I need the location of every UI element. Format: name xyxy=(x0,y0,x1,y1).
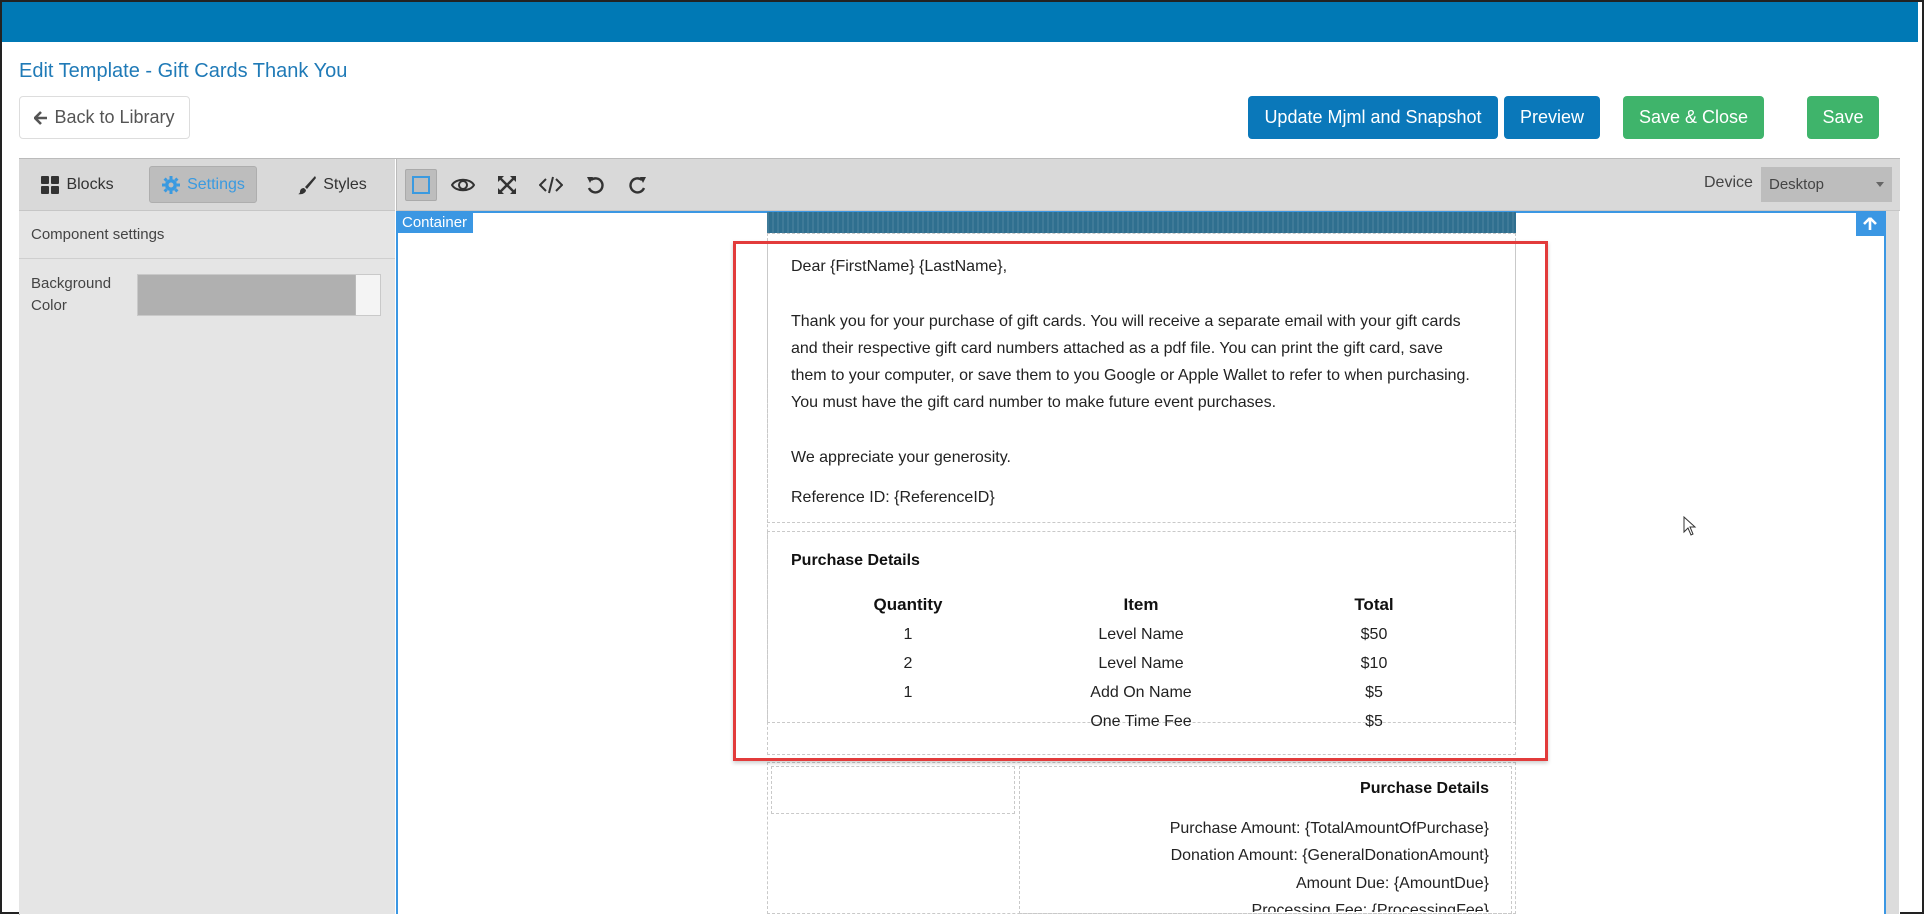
undo-button[interactable] xyxy=(579,169,611,201)
back-to-library-label: Back to Library xyxy=(54,107,175,127)
background-color-label: Background Color xyxy=(31,275,112,314)
preview-tool-button[interactable] xyxy=(447,169,479,201)
chevron-down-icon xyxy=(1876,182,1884,187)
device-select[interactable]: Desktop xyxy=(1761,167,1892,202)
tab-settings-label: Settings xyxy=(187,175,245,193)
header-section-strip[interactable] xyxy=(767,212,1516,233)
grid-icon xyxy=(41,175,60,194)
fullscreen-icon xyxy=(498,176,516,194)
code-icon xyxy=(539,176,563,194)
brush-icon xyxy=(298,175,317,194)
summary-donation-amount: Donation Amount: {GeneralDonationAmount} xyxy=(1170,847,1489,864)
code-view-button[interactable] xyxy=(535,169,567,201)
summary-processing-fee: Processing Fee: {ProcessingFee} xyxy=(1251,902,1489,912)
tab-settings[interactable]: Settings xyxy=(149,166,257,203)
arrow-left-icon xyxy=(34,110,48,125)
color-picker-handle[interactable] xyxy=(355,275,380,315)
device-label: Device xyxy=(1704,174,1753,191)
tab-blocks-label: Blocks xyxy=(66,175,114,193)
mouse-cursor-icon xyxy=(1683,516,1697,536)
top-bar xyxy=(2,2,1918,42)
redo-icon xyxy=(629,177,646,194)
select-parent-button[interactable] xyxy=(1856,212,1884,236)
toggle-borders-button[interactable] xyxy=(405,169,437,201)
settings-panel: Component settings Background Color xyxy=(19,211,395,914)
canvas-scrollbar[interactable] xyxy=(1886,211,1899,914)
panel-tabs: Blocks Settings Styles xyxy=(19,159,395,211)
background-color-picker[interactable] xyxy=(137,274,381,316)
back-to-library-button[interactable]: Back to Library xyxy=(19,96,190,139)
canvas-toolbar xyxy=(396,159,1900,211)
tab-blocks[interactable]: Blocks xyxy=(37,166,117,203)
redo-button[interactable] xyxy=(622,169,654,201)
eye-icon xyxy=(451,178,475,192)
arrow-up-icon xyxy=(1863,217,1877,230)
device-select-value: Desktop xyxy=(1769,176,1825,193)
highlight-box xyxy=(733,241,1548,761)
update-mjml-button[interactable]: Update Mjml and Snapshot xyxy=(1248,96,1498,139)
tab-styles-label: Styles xyxy=(323,175,367,193)
summary-title: Purchase Details xyxy=(1360,780,1489,797)
square-outline-icon xyxy=(412,176,430,194)
fullscreen-button[interactable] xyxy=(491,169,523,201)
component-settings-header: Component settings xyxy=(19,211,395,259)
summary-purchase-amount: Purchase Amount: {TotalAmountOfPurchase} xyxy=(1169,820,1489,837)
tab-styles[interactable]: Styles xyxy=(289,166,375,203)
summary-left-column[interactable] xyxy=(771,766,1015,814)
page-title: Edit Template - Gift Cards Thank You xyxy=(19,60,348,82)
save-button[interactable]: Save xyxy=(1807,96,1879,139)
summary-amount-due: Amount Due: {AmountDue} xyxy=(1295,875,1489,892)
save-close-button[interactable]: Save & Close xyxy=(1623,96,1764,139)
container-badge: Container xyxy=(396,212,474,233)
undo-icon xyxy=(587,177,604,194)
gear-icon xyxy=(162,175,181,194)
preview-button[interactable]: Preview xyxy=(1504,96,1600,139)
